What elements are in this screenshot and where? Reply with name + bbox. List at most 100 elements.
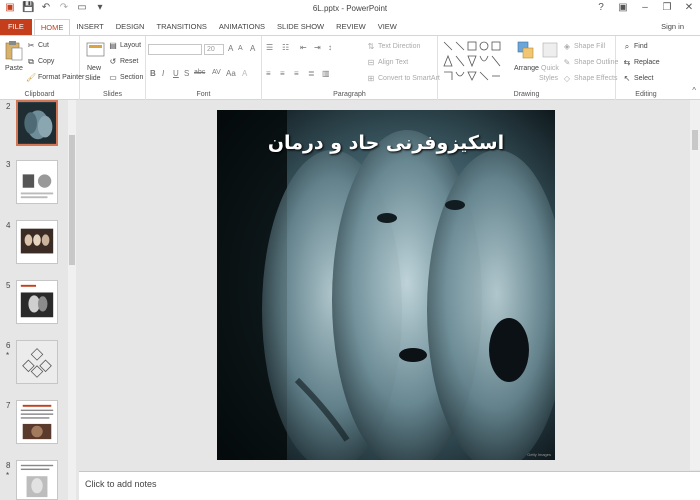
copy-button[interactable]: ⧉ Copy [26, 57, 54, 66]
tab-view[interactable]: VIEW [372, 19, 403, 35]
collapse-ribbon-icon[interactable]: ^ [692, 86, 696, 95]
line-spacing-icon[interactable]: ↕ [328, 43, 332, 52]
slide-thumbnail-3[interactable] [16, 160, 58, 204]
font-name-combobox[interactable] [148, 44, 202, 55]
smartart-icon: ⊞ [367, 74, 375, 83]
convert-smartart-button[interactable]: ⊞ Convert to SmartArt [366, 74, 440, 83]
tab-insert[interactable]: INSERT [70, 19, 109, 35]
new-slide-icon[interactable] [86, 40, 106, 62]
ribbon-display-icon[interactable]: ▣ [618, 2, 628, 13]
text-direction-icon: ⇅ [367, 42, 375, 51]
italic-button[interactable]: I [162, 69, 164, 78]
thumb-number: 3 [6, 160, 11, 169]
thumb-pattern-image [17, 341, 57, 383]
increase-indent-icon[interactable]: ⇥ [314, 43, 321, 52]
slide-title[interactable]: اسکیزوفرنی حاد و درمان [217, 132, 555, 154]
character-spacing-button[interactable]: AV [212, 69, 221, 76]
tab-transitions[interactable]: TRANSITIONS [150, 19, 212, 35]
tab-review[interactable]: REVIEW [330, 19, 372, 35]
slide-thumbnail-7[interactable] [16, 400, 58, 444]
numbering-icon[interactable]: ☷ [282, 43, 289, 52]
find-button[interactable]: ⌕ Find [622, 42, 648, 51]
shadow-button[interactable]: S [184, 69, 189, 78]
justify-icon[interactable]: ≣ [308, 69, 315, 78]
text-direction-button[interactable]: ⇅ Text Direction [366, 42, 421, 51]
cut-label: Cut [38, 42, 49, 49]
align-center-icon[interactable]: ≡ [280, 69, 285, 78]
reset-label: Reset [120, 58, 139, 65]
replace-button[interactable]: ⇆ Replace [622, 58, 660, 67]
tab-home[interactable]: HOME [33, 19, 71, 35]
restore-icon[interactable]: ❐ [662, 2, 672, 13]
thumb-number: 8 [6, 461, 11, 470]
help-icon[interactable]: ? [596, 2, 606, 13]
section-button[interactable]: ▭ Section [108, 73, 143, 82]
quick-styles-button[interactable]: Quick [541, 65, 559, 72]
font-group: 20 A A A B I U S abc AV Aa A Font [146, 36, 262, 100]
slide-thumbnail-5[interactable] [16, 280, 58, 324]
shape-outline-button[interactable]: ✎ Shape Outline [562, 58, 619, 67]
bullets-icon[interactable]: ☰ [266, 43, 273, 52]
change-case-button[interactable]: Aa [226, 69, 236, 78]
minimize-icon[interactable]: – [640, 2, 650, 13]
quick-styles-icon[interactable] [540, 40, 560, 62]
new-slide-button[interactable]: New [87, 65, 101, 72]
title-bar: ▣ 💾 ↶ ↷ ▭ ▾ 6L.pptx - PowerPoint ? ▣ – ❐… [0, 0, 700, 18]
slide-scrollbar[interactable] [690, 100, 700, 470]
tab-slide-show[interactable]: SLIDE SHOW [271, 19, 330, 35]
current-slide[interactable]: اسکیزوفرنی حاد و درمان Getty Images [217, 110, 555, 460]
slide-thumbnail-8[interactable] [16, 460, 58, 500]
format-painter-button[interactable]: 🖌 Format Painter [26, 73, 84, 82]
grow-font-button[interactable]: A [228, 44, 233, 53]
slides-group-label: Slides [102, 91, 123, 98]
thumbnails-scroll-thumb[interactable] [69, 135, 75, 265]
arrange-button[interactable]: Arrange [514, 65, 539, 72]
shape-effects-button[interactable]: ◇ Shape Effects [562, 74, 618, 83]
shape-fill-button[interactable]: ◈ Shape Fill [562, 42, 605, 51]
new-slide-button-line2[interactable]: Slide [85, 75, 101, 82]
clear-formatting-button[interactable]: A [250, 44, 255, 53]
align-text-icon: ⊟ [367, 58, 375, 67]
align-text-button[interactable]: ⊟ Align Text [366, 58, 409, 67]
close-icon[interactable]: ✕ [684, 2, 694, 13]
paste-button[interactable]: Paste [5, 65, 23, 72]
align-right-icon[interactable]: ≡ [294, 69, 299, 78]
slide-thumbnail-2[interactable] [16, 100, 58, 146]
shrink-font-button[interactable]: A [238, 45, 243, 52]
binoculars-icon: ⌕ [624, 42, 630, 51]
bold-button[interactable]: B [150, 69, 156, 78]
font-color-button[interactable]: A [242, 69, 247, 78]
thumb-masks-image [17, 221, 57, 263]
quick-styles-button-line2[interactable]: Styles [539, 75, 558, 82]
reset-icon: ↺ [109, 57, 117, 66]
align-left-icon[interactable]: ≡ [266, 69, 271, 78]
tab-file[interactable]: FILE [0, 19, 32, 35]
shapes-gallery[interactable] [442, 40, 512, 82]
slide-thumbnail-6[interactable] [16, 340, 58, 384]
cut-button[interactable]: ✂ Cut [26, 41, 49, 50]
tab-design[interactable]: DESIGN [110, 19, 151, 35]
decrease-indent-icon[interactable]: ⇤ [300, 43, 307, 52]
text-direction-label: Text Direction [378, 43, 421, 50]
layout-icon: ▤ [109, 41, 117, 50]
font-size-combobox[interactable]: 20 [204, 44, 224, 55]
thumb-text-photo-image [17, 461, 57, 499]
slide-scroll-thumb[interactable] [692, 130, 698, 150]
underline-button[interactable]: U [173, 69, 179, 78]
columns-icon[interactable]: ▥ [322, 69, 330, 78]
sign-in-link[interactable]: Sign in [661, 22, 684, 31]
layout-button[interactable]: ▤ Layout [108, 41, 141, 50]
notes-pane[interactable]: Click to add notes [79, 471, 700, 500]
select-button[interactable]: ↖ Select [622, 74, 654, 83]
thumbnails-scrollbar[interactable] [68, 100, 76, 500]
tab-animations[interactable]: ANIMATIONS [213, 19, 271, 35]
editing-group: ⌕ Find ⇆ Replace ↖ Select Editing [616, 36, 676, 100]
paste-icon[interactable] [4, 40, 24, 62]
image-credit: Getty Images [527, 452, 551, 457]
reset-button[interactable]: ↺ Reset [108, 57, 139, 66]
arrange-icon[interactable] [516, 40, 536, 62]
slide-thumbnail-4[interactable] [16, 220, 58, 264]
align-text-label: Align Text [378, 59, 409, 66]
strikethrough-button[interactable]: abc [194, 69, 205, 76]
copy-label: Copy [38, 58, 55, 65]
